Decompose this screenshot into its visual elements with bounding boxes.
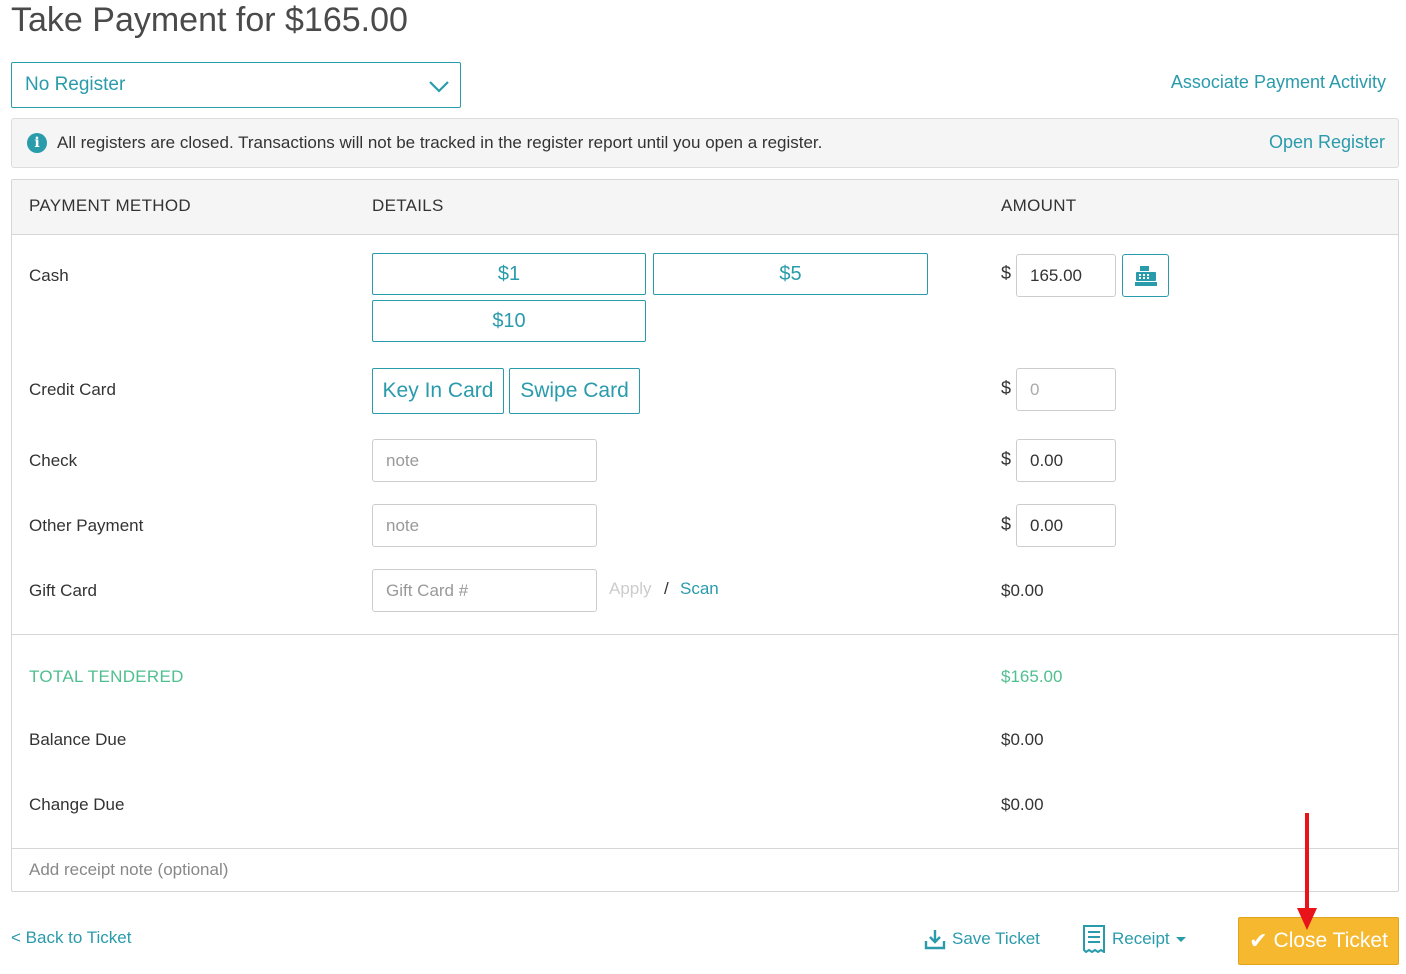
header-details: DETAILS bbox=[372, 196, 444, 215]
page-title: Take Payment for $165.00 bbox=[11, 1, 408, 39]
save-ticket-label: Save Ticket bbox=[952, 929, 1040, 948]
table-header: PAYMENT METHOD DETAILS AMOUNT bbox=[12, 180, 1398, 235]
key-in-card-button[interactable]: Key In Card bbox=[372, 368, 504, 414]
download-icon bbox=[924, 930, 946, 950]
other-payment-label: Other Payment bbox=[29, 516, 144, 535]
save-ticket-button[interactable]: Save Ticket bbox=[924, 928, 1040, 950]
other-payment-note-input[interactable]: note bbox=[372, 504, 597, 547]
balance-due-value: $0.00 bbox=[1001, 730, 1044, 749]
register-closed-alert: i All registers are closed. Transactions… bbox=[11, 118, 1399, 168]
cash-drawer-button[interactable] bbox=[1122, 254, 1169, 297]
change-due-value: $0.00 bbox=[1001, 795, 1044, 814]
cash-register-icon bbox=[1134, 265, 1157, 286]
cash-amount-input[interactable]: 165.00 bbox=[1016, 254, 1116, 297]
back-to-ticket-link[interactable]: < Back to Ticket bbox=[11, 928, 131, 948]
gift-card-separator: / bbox=[664, 579, 669, 598]
credit-card-amount-input[interactable]: 0 bbox=[1016, 368, 1116, 411]
gift-card-scan-link[interactable]: Scan bbox=[680, 579, 719, 599]
register-selected-value: No Register bbox=[25, 74, 126, 95]
header-payment-method: PAYMENT METHOD bbox=[29, 196, 191, 215]
cash-10-button[interactable]: $10 bbox=[372, 300, 646, 342]
associate-payment-activity-link[interactable]: Associate Payment Activity bbox=[1171, 72, 1386, 93]
check-note-input[interactable]: note bbox=[372, 439, 597, 482]
total-tendered-label: TOTAL TENDERED bbox=[29, 667, 184, 686]
swipe-card-button[interactable]: Swipe Card bbox=[509, 368, 640, 414]
red-arrow-annotation bbox=[1297, 813, 1317, 930]
gift-card-apply-link[interactable]: Apply bbox=[609, 579, 652, 599]
receipt-icon bbox=[1083, 925, 1105, 953]
caret-down-icon bbox=[1175, 936, 1186, 942]
balance-due-label: Balance Due bbox=[29, 730, 127, 749]
open-register-link[interactable]: Open Register bbox=[1269, 132, 1385, 153]
check-amount-input[interactable]: 0.00 bbox=[1016, 439, 1116, 482]
credit-card-label: Credit Card bbox=[29, 380, 116, 399]
receipt-label: Receipt bbox=[1112, 929, 1170, 948]
other-payment-amount-input[interactable]: 0.00 bbox=[1016, 504, 1116, 547]
check-label: Check bbox=[29, 451, 78, 470]
header-amount: AMOUNT bbox=[1001, 196, 1077, 215]
cash-5-button[interactable]: $5 bbox=[653, 253, 928, 295]
gift-card-number-input[interactable]: Gift Card # bbox=[372, 569, 597, 612]
receipt-note-input[interactable]: Add receipt note (optional) bbox=[29, 860, 228, 880]
chevron-down-icon bbox=[429, 81, 449, 93]
payment-table: PAYMENT METHOD DETAILS AMOUNT Cash $1 $5… bbox=[11, 179, 1399, 892]
cash-label: Cash bbox=[29, 266, 69, 285]
cash-1-button[interactable]: $1 bbox=[372, 253, 646, 295]
check-currency-sign: $ bbox=[1001, 449, 1012, 469]
info-icon: i bbox=[27, 133, 47, 153]
credit-card-currency-sign: $ bbox=[1001, 378, 1012, 398]
change-due-label: Change Due bbox=[29, 795, 125, 814]
total-tendered-value: $165.00 bbox=[1001, 667, 1063, 686]
gift-card-amount: $0.00 bbox=[1001, 581, 1044, 600]
receipt-note-divider bbox=[12, 848, 1398, 849]
table-divider bbox=[12, 634, 1398, 635]
gift-card-label: Gift Card bbox=[29, 581, 98, 600]
other-payment-currency-sign: $ bbox=[1001, 514, 1012, 534]
receipt-dropdown-button[interactable]: Receipt bbox=[1082, 925, 1186, 953]
cash-currency-sign: $ bbox=[1001, 263, 1012, 283]
register-dropdown[interactable]: No Register bbox=[11, 62, 461, 108]
checkmark-icon: ✔ bbox=[1249, 928, 1268, 953]
close-ticket-label: Close Ticket bbox=[1273, 929, 1388, 952]
close-ticket-button[interactable]: ✔ Close Ticket bbox=[1238, 917, 1399, 965]
alert-message: All registers are closed. Transactions w… bbox=[57, 133, 823, 152]
